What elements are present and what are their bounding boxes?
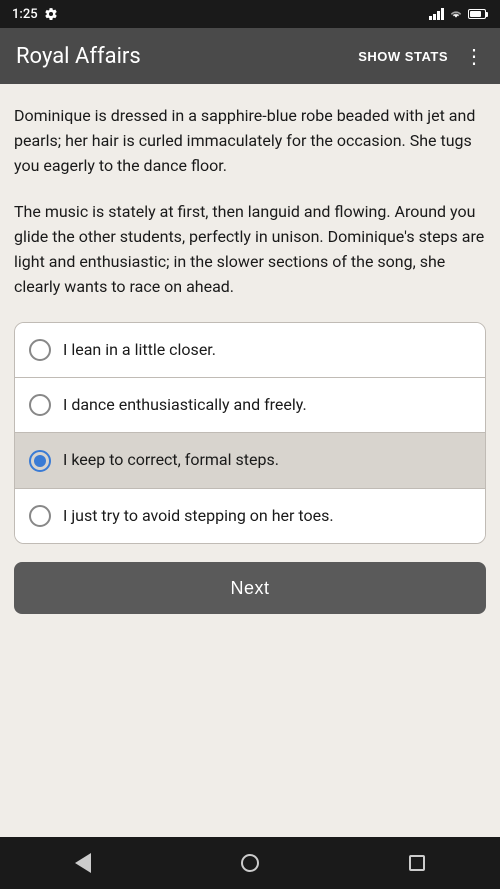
choice-item-3[interactable]: I keep to correct, formal steps. <box>15 433 485 488</box>
home-icon <box>241 854 259 872</box>
status-bar-right <box>429 8 488 20</box>
recents-button[interactable] <box>409 855 425 871</box>
status-bar-left: 1:25 <box>12 7 58 22</box>
status-bar: 1:25 <box>0 0 500 28</box>
radio-button-1[interactable] <box>29 339 51 361</box>
app-title: Royal Affairs <box>16 44 141 69</box>
choice-item-2[interactable]: I dance enthusiastically and freely. <box>15 378 485 433</box>
next-button[interactable]: Next <box>14 562 486 614</box>
choice-text-4: I just try to avoid stepping on her toes… <box>63 505 334 527</box>
back-icon <box>75 853 91 873</box>
choice-item-4[interactable]: I just try to avoid stepping on her toes… <box>15 489 485 543</box>
gear-icon <box>44 7 58 21</box>
battery-icon <box>468 9 488 19</box>
radio-button-4[interactable] <box>29 505 51 527</box>
radio-inner-3 <box>34 455 46 467</box>
story-paragraph-1: Dominique is dressed in a sapphire-blue … <box>14 104 486 178</box>
main-content: Dominique is dressed in a sapphire-blue … <box>0 84 500 837</box>
home-button[interactable] <box>241 854 259 872</box>
choices-container: I lean in a little closer. I dance enthu… <box>14 322 486 545</box>
story-paragraph-2: The music is stately at first, then lang… <box>14 200 486 299</box>
time-display: 1:25 <box>12 7 38 22</box>
choice-text-2: I dance enthusiastically and freely. <box>63 394 307 416</box>
more-vert-icon[interactable]: ⋮ <box>464 44 484 68</box>
choice-item-1[interactable]: I lean in a little closer. <box>15 323 485 378</box>
app-bar: Royal Affairs SHOW STATS ⋮ <box>0 28 500 84</box>
choice-text-3: I keep to correct, formal steps. <box>63 449 279 471</box>
wifi-icon <box>448 8 464 20</box>
nav-bar <box>0 837 500 889</box>
back-button[interactable] <box>75 853 91 873</box>
recents-icon <box>409 855 425 871</box>
radio-button-3[interactable] <box>29 450 51 472</box>
signal-icon <box>429 8 444 20</box>
show-stats-button[interactable]: SHOW STATS <box>358 49 448 64</box>
choice-text-1: I lean in a little closer. <box>63 339 216 361</box>
radio-button-2[interactable] <box>29 394 51 416</box>
app-bar-actions: SHOW STATS ⋮ <box>358 44 484 68</box>
